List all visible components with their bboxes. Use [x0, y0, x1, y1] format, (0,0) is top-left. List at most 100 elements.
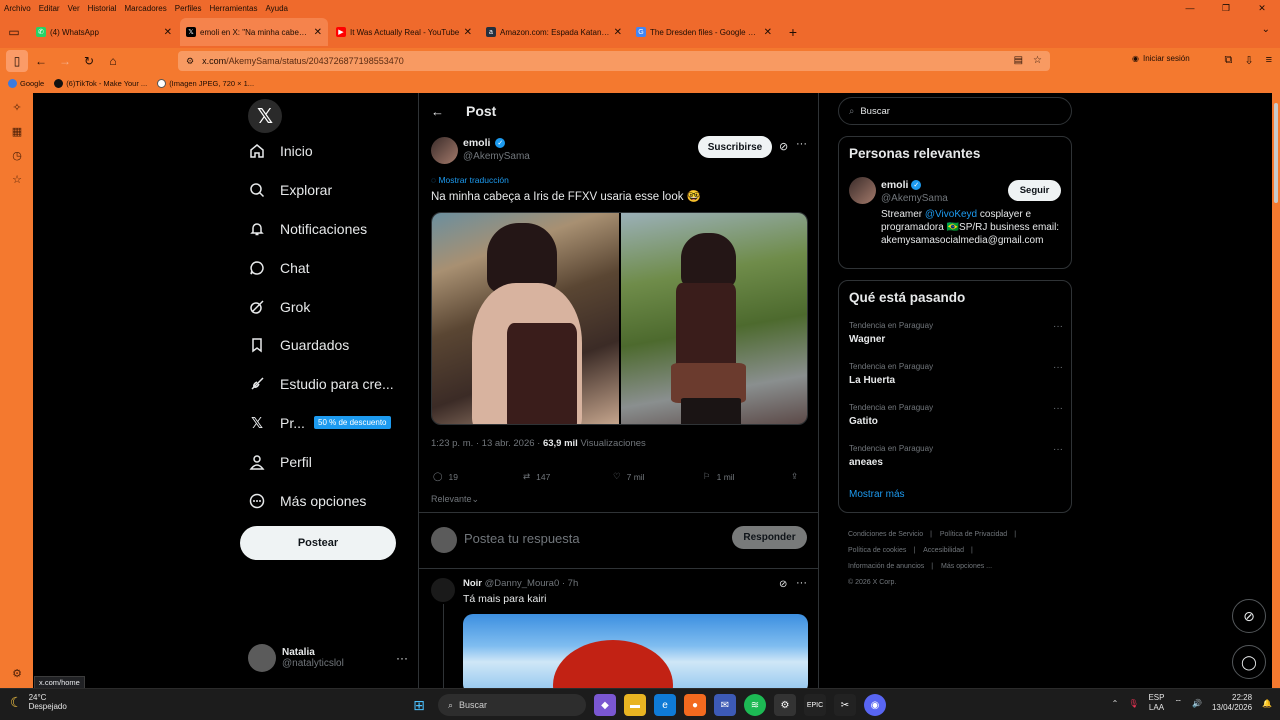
reply-input[interactable]: Postea tu respuesta: [464, 531, 580, 546]
steam-icon[interactable]: ⚙: [774, 694, 796, 716]
scrollbar-thumb[interactable]: [1274, 103, 1278, 203]
nav-guardados[interactable]: Guardados: [248, 330, 349, 360]
nav-estudio[interactable]: Estudio para cre...: [248, 369, 394, 399]
windows-start-icon[interactable]: ⊞: [408, 694, 430, 716]
avatar[interactable]: [431, 137, 458, 164]
firefox-icon[interactable]: ●: [684, 694, 706, 716]
reply-button[interactable]: Responder: [732, 526, 807, 549]
reply-image[interactable]: [463, 614, 808, 688]
nav-explorar[interactable]: Explorar: [248, 175, 332, 205]
close-tab-icon[interactable]: ✕: [764, 27, 772, 38]
app-menu-icon[interactable]: ≡: [1266, 54, 1272, 67]
x-logo-icon[interactable]: 𝕏: [248, 99, 282, 133]
grok-icon[interactable]: ⊘: [779, 140, 788, 153]
close-tab-icon[interactable]: ✕: [314, 27, 322, 38]
new-tab-button[interactable]: +: [782, 24, 804, 40]
more-dots-icon[interactable]: ···: [796, 577, 807, 589]
post-photo[interactable]: [620, 213, 807, 424]
edge-icon[interactable]: e: [654, 694, 676, 716]
sidebar-toggle-icon[interactable]: ▯: [6, 50, 28, 72]
chevron-up-icon[interactable]: ⌃: [1112, 699, 1119, 708]
address-bar[interactable]: ⚙ x.com/AkemySama/status/204372687719855…: [178, 51, 1050, 71]
footer-link[interactable]: Política de Privacidad: [940, 531, 1007, 538]
show-more-link[interactable]: Mostrar más: [849, 489, 905, 500]
nav-premium[interactable]: 𝕏 Pr...: [248, 408, 305, 438]
menu-historial[interactable]: Historial: [88, 4, 117, 13]
home-icon[interactable]: ⌂: [102, 50, 124, 72]
menu-herramientas[interactable]: Herramientas: [209, 4, 257, 13]
trend-item[interactable]: Tendencia en Paraguay Wagner ···: [849, 321, 1063, 353]
capcut-icon[interactable]: ✂: [834, 694, 856, 716]
close-tab-icon[interactable]: ✕: [614, 27, 622, 38]
discord-icon[interactable]: ◉: [864, 694, 886, 716]
copilot-icon[interactable]: ◆: [594, 694, 616, 716]
footer-link[interactable]: Accesibilidad: [923, 547, 964, 554]
bookmark-google[interactable]: Google: [8, 79, 44, 88]
more-dots-icon[interactable]: ···: [396, 651, 408, 665]
nav-inicio[interactable]: Inicio: [248, 136, 313, 166]
footer-link[interactable]: Información de anuncios: [848, 563, 924, 570]
bio-mention-link[interactable]: @VivoKeyd: [925, 209, 977, 220]
menu-archivo[interactable]: Archivo: [4, 4, 31, 13]
author-handle[interactable]: @AkemySama: [463, 151, 530, 162]
menu-ayuda[interactable]: Ayuda: [265, 4, 288, 13]
nav-perfil[interactable]: Perfil: [248, 447, 312, 477]
footer-link[interactable]: Política de cookies: [848, 547, 906, 554]
like-action[interactable]: ♡ 7 mil: [613, 471, 645, 482]
notifications-icon[interactable]: 🔔: [1262, 699, 1272, 708]
page-scrollbar[interactable]: [1272, 93, 1280, 688]
bookmark-tiktok[interactable]: (6)TikTok - Make Your ...: [54, 79, 147, 88]
share-icon[interactable]: ⇪: [791, 471, 798, 482]
avatar[interactable]: [431, 578, 455, 602]
tab-google[interactable]: G The Dresden files - Google Sear ✕: [630, 18, 778, 46]
history-icon[interactable]: ◷: [10, 149, 24, 163]
footer-link[interactable]: Condiciones de Servicio: [848, 531, 923, 538]
clock[interactable]: 22:28 13/04/2026: [1212, 693, 1252, 713]
close-tab-icon[interactable]: ✕: [464, 27, 472, 38]
settings-icon[interactable]: ⚙: [10, 667, 24, 681]
mail-icon[interactable]: ✉: [714, 694, 736, 716]
reply-handle[interactable]: @Danny_Moura0 · 7h: [485, 578, 579, 589]
more-dots-icon[interactable]: ···: [1053, 444, 1063, 455]
tab-whatsapp[interactable]: ✆ (4) WhatsApp ✕: [30, 18, 178, 46]
post-timestamp[interactable]: 1:23 p. m. · 13 abr. 2026 ·: [431, 438, 543, 449]
extensions-icon[interactable]: ⧉: [1225, 54, 1233, 67]
footer-link[interactable]: Más opciones ...: [941, 563, 992, 570]
wifi-icon[interactable]: ⌔: [1174, 698, 1182, 708]
epic-games-icon[interactable]: EPIC: [804, 694, 826, 716]
tab-amazon[interactable]: a Amazon.com: Espada Katana de ✕: [480, 18, 628, 46]
reload-icon[interactable]: ↻: [78, 50, 100, 72]
minimize-icon[interactable]: —: [1172, 3, 1208, 13]
tab-x-post[interactable]: 𝕏 emoli en X: "Na minha cabeça a ✕: [180, 18, 328, 46]
nav-chat[interactable]: Chat: [248, 253, 310, 283]
grok-icon[interactable]: ⊘: [779, 579, 787, 590]
chevron-down-icon[interactable]: ⌄: [1262, 24, 1270, 35]
trend-item[interactable]: Tendencia en Paraguay La Huerta ···: [849, 362, 1063, 394]
bookmark-action[interactable]: ⚐ 1 mil: [703, 471, 735, 482]
more-dots-icon[interactable]: ···: [796, 138, 807, 150]
author-name-row[interactable]: emoli ✓: [463, 137, 506, 149]
grok-fab-icon[interactable]: ⊘: [1232, 599, 1266, 633]
favorites-icon[interactable]: ☆: [10, 173, 24, 187]
search-input[interactable]: ⌕ Buscar: [838, 97, 1072, 125]
tab-youtube[interactable]: ▶ It Was Actually Real - YouTube ✕: [330, 18, 478, 46]
maximize-icon[interactable]: ❐: [1208, 3, 1244, 14]
nav-notificaciones[interactable]: Notificaciones: [248, 214, 367, 244]
microphone-icon[interactable]: 🎙: [1128, 699, 1138, 708]
post-photo[interactable]: [432, 213, 619, 424]
back-icon[interactable]: ←: [30, 50, 52, 72]
trend-item[interactable]: Tendencia en Paraguay aneaes ···: [849, 444, 1063, 476]
trend-item[interactable]: Tendencia en Paraguay Gatito ···: [849, 403, 1063, 435]
volume-icon[interactable]: 🔊: [1192, 699, 1202, 708]
reply-action[interactable]: ◯ 19: [433, 471, 458, 482]
menu-ver[interactable]: Ver: [68, 4, 80, 13]
menu-marcadores[interactable]: Marcadores: [125, 4, 167, 13]
reply-name[interactable]: Noir: [463, 578, 482, 589]
translate-link[interactable]: ◌ Mostrar traducción: [431, 175, 509, 185]
forward-icon[interactable]: →: [54, 50, 76, 72]
account-switcher[interactable]: Natalia @natalyticslol ···: [248, 641, 408, 675]
post-button[interactable]: Postear: [240, 526, 396, 560]
menu-editar[interactable]: Editar: [39, 4, 60, 13]
more-dots-icon[interactable]: ···: [1053, 403, 1063, 414]
login-button[interactable]: ◉ Iniciar sesión: [1132, 54, 1190, 63]
